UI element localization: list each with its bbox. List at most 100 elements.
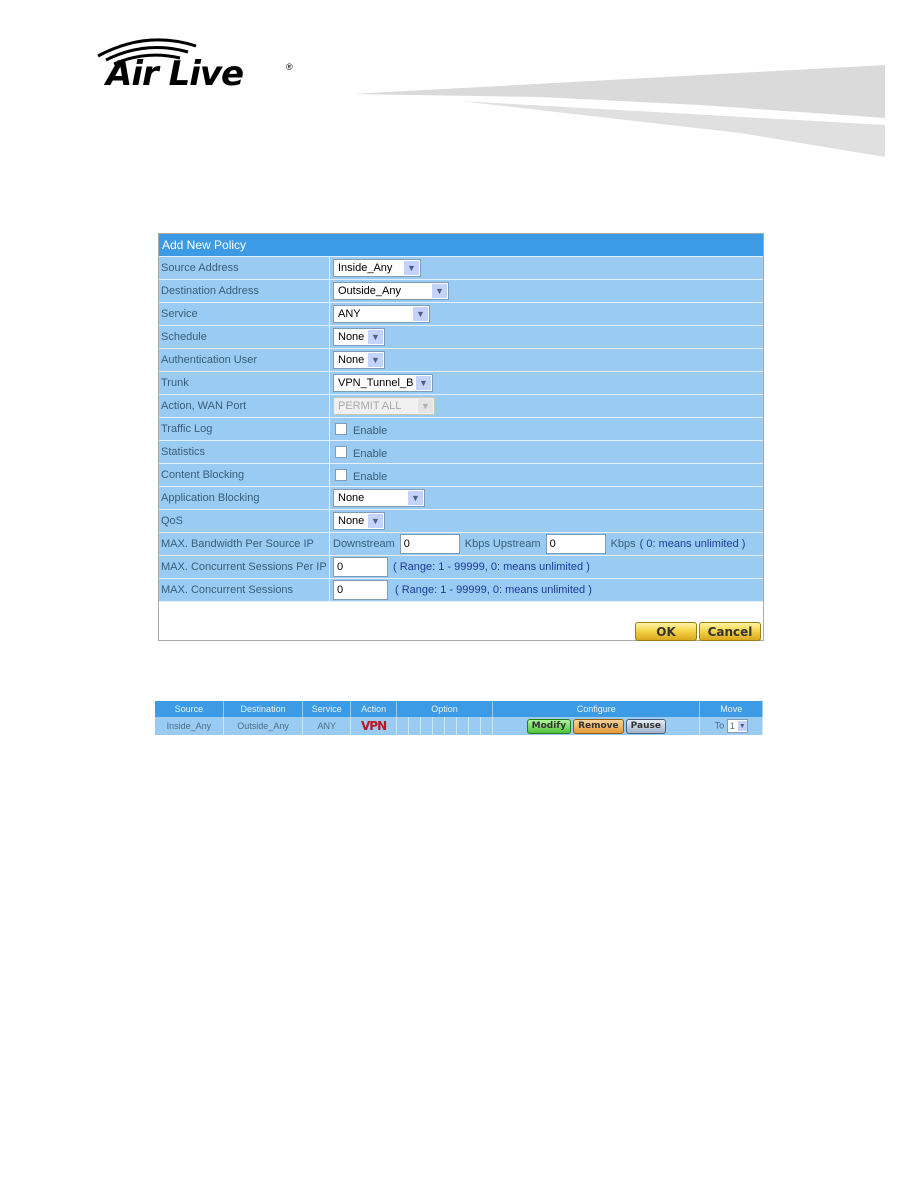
selected-value: None [338,354,365,366]
chevron-down-icon: ▼ [413,307,428,321]
airlive-logo: Air Live ® [96,36,296,98]
destination-address-select[interactable]: Outside_Any ▼ [333,282,449,300]
selected-value: Outside_Any [338,285,401,297]
header-swoosh-decoration [352,65,885,157]
schedule-select[interactable]: None ▼ [333,328,385,346]
label: Application Blocking [159,487,330,509]
destination-cell: Outside_Any [223,717,304,735]
row-authentication-user: Authentication User None ▼ [159,348,763,371]
form-footer: OK Cancel [159,601,763,641]
option-cell [396,717,494,735]
label: Trunk [159,372,330,394]
row-content-blocking: Content Blocking Enable [159,463,763,486]
hint-text: ( Range: 1 - 99999, 0: means unlimited ) [395,584,592,596]
row-trunk: Trunk VPN_Tunnel_B ▼ [159,371,763,394]
label: Statistics [159,441,330,463]
row-destination-address: Destination Address Outside_Any ▼ [159,279,763,302]
option-slot [469,717,482,735]
selected-value: ANY [338,308,361,320]
selected-value: None [338,515,365,527]
checkbox-label: Enable [353,471,388,483]
source-address-select[interactable]: Inside_Any ▼ [333,259,421,277]
hint-text: ( 0: means unlimited ) [639,538,746,550]
chevron-down-icon: ▼ [737,721,747,731]
content-blocking-checkbox[interactable] [335,469,347,481]
table-row: Inside_Any Outside_Any ANY VPN Modify Rem… [155,717,763,735]
application-blocking-select[interactable]: None ▼ [333,489,425,507]
unit-label: Kbps [610,538,636,550]
downstream-label: Downstream [333,538,395,550]
row-service: Service ANY ▼ [159,302,763,325]
chevron-down-icon: ▼ [408,491,423,505]
traffic-log-checkbox[interactable] [335,423,347,435]
brand-name: Air Live [106,54,244,94]
row-max-bandwidth: MAX. Bandwidth Per Source IP Downstream … [159,532,763,555]
chevron-down-icon: ▼ [368,353,383,367]
row-sessions-per-ip: MAX. Concurrent Sessions Per IP 0 ( Rang… [159,555,763,578]
option-slot [409,717,422,735]
row-source-address: Source Address Inside_Any ▼ [159,256,763,279]
chevron-down-icon: ▼ [368,514,383,528]
policy-list-table: Source Destination Service Action Option… [155,701,763,735]
chevron-down-icon: ▼ [416,376,431,390]
upstream-input[interactable]: 0 [545,534,606,554]
chevron-down-icon: ▼ [432,284,447,298]
pause-button[interactable]: Pause [625,718,666,734]
chevron-down-icon: ▼ [404,261,419,275]
authentication-user-select[interactable]: None ▼ [333,351,385,369]
label: QoS [159,510,330,532]
cancel-button[interactable]: Cancel [699,622,761,641]
col-option: Option [396,701,494,717]
label: Source Address [159,257,330,279]
hint-text: ( Range: 1 - 99999, 0: means unlimited ) [393,561,590,573]
col-configure: Configure [492,701,701,717]
vpn-action-icon: VPN [361,719,387,733]
trunk-select[interactable]: VPN_Tunnel_B ▼ [333,374,433,392]
row-traffic-log: Traffic Log Enable [159,417,763,440]
row-action-wan-port: Action, WAN Port PERMIT ALL ▼ [159,394,763,417]
selected-value: None [338,331,365,343]
move-to-label: To [714,720,725,731]
statistics-checkbox[interactable] [335,446,347,458]
option-slot [481,717,492,735]
row-schedule: Schedule None ▼ [159,325,763,348]
action-wan-port-select: PERMIT ALL ▼ [333,397,435,415]
upstream-label: Kbps Upstream [464,538,541,550]
option-slot [457,717,470,735]
selected-value: PERMIT ALL [338,400,402,412]
label: MAX. Concurrent Sessions Per IP [159,556,330,578]
registered-mark: ® [286,62,293,72]
ok-button[interactable]: OK [635,622,697,641]
option-slot [397,717,409,735]
option-slot [445,717,458,735]
row-statistics: Statistics Enable [159,440,763,463]
downstream-input[interactable]: 0 [399,534,460,554]
col-move: Move [699,701,763,717]
sessions-input[interactable]: 0 [333,580,388,600]
col-source: Source [155,701,224,717]
form-title: Add New Policy [159,234,763,256]
checkbox-label: Enable [353,448,388,460]
selected-value: VPN_Tunnel_B [338,377,414,389]
selected-value: Inside_Any [338,262,393,274]
remove-button[interactable]: Remove [573,718,624,734]
label: Content Blocking [159,464,330,486]
option-slot [433,717,446,735]
move-cell: To 1 ▼ [699,717,763,735]
action-cell: VPN [350,717,397,735]
qos-select[interactable]: None ▼ [333,512,385,530]
col-service: Service [302,701,352,717]
chevron-down-icon: ▼ [418,399,433,413]
service-select[interactable]: ANY ▼ [333,305,430,323]
checkbox-label: Enable [353,425,388,437]
add-policy-form: Add New Policy Source Address Inside_Any… [158,233,764,641]
sessions-per-ip-input[interactable]: 0 [333,557,388,577]
label: MAX. Concurrent Sessions [159,579,330,601]
option-slots [397,717,492,735]
modify-button[interactable]: Modify [526,718,572,734]
row-sessions: MAX. Concurrent Sessions 0 ( Range: 1 - … [159,578,763,601]
move-position-select[interactable]: 1 ▼ [726,719,748,733]
row-qos: QoS None ▼ [159,509,763,532]
row-application-blocking: Application Blocking None ▼ [159,486,763,509]
table-header: Source Destination Service Action Option… [155,701,763,717]
